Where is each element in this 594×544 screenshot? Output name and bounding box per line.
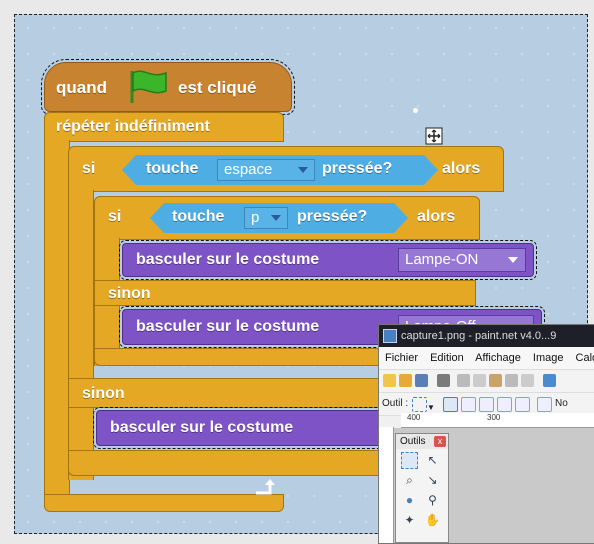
move-selection-tool-icon[interactable]: ↖	[424, 452, 441, 469]
save-icon[interactable]	[415, 374, 428, 387]
zoom-tool-icon[interactable]: ⚲	[424, 492, 441, 509]
paste-icon[interactable]	[489, 374, 502, 387]
else-inner-label: sinon	[108, 285, 151, 302]
move-icon[interactable]	[425, 127, 443, 145]
pan-tool-icon[interactable]: ✋	[424, 512, 441, 529]
menu-image[interactable]: Image	[533, 352, 564, 364]
key-dropdown-p-value: p	[251, 209, 260, 226]
loop-arrow-icon	[256, 479, 275, 495]
if-outer-si: si	[82, 160, 96, 177]
tool-toolbar-suffix: No	[555, 398, 568, 409]
copy-icon[interactable]	[473, 374, 486, 387]
selection-mode-invert-icon[interactable]	[515, 397, 530, 412]
if-outer-touche: touche	[146, 160, 199, 177]
dropdown-arrow-icon[interactable]: ▼	[427, 397, 435, 412]
else-inner-bar	[94, 280, 476, 306]
deselect-icon[interactable]	[521, 374, 534, 387]
green-flag-icon[interactable]	[126, 67, 172, 107]
vertical-ruler	[379, 427, 394, 543]
tools-panel[interactable]: Outils x ↖ ⌕ ↘ ● ⚲ ✦ ✋	[395, 433, 449, 543]
else-outer-label: sinon	[82, 385, 125, 402]
if-inner-si: si	[108, 208, 122, 225]
tools-panel-title[interactable]: Outils x	[396, 434, 448, 449]
selection-mode-exclude-icon[interactable]	[479, 397, 494, 412]
selection-mode-intersect-icon[interactable]	[497, 397, 512, 412]
key-dropdown-espace[interactable]: espace	[217, 159, 315, 181]
hat-label-end: est cliqué	[178, 78, 257, 97]
menu-affichage[interactable]: Affichage	[475, 352, 521, 364]
if-inner-touche: touche	[172, 208, 225, 225]
open-file-icon[interactable]	[399, 374, 412, 387]
menu-edition[interactable]: Edition	[430, 352, 464, 364]
if-outer-alors: alors	[442, 160, 481, 177]
paintnet-menubar: Fichier Edition Affichage Image Calque	[379, 347, 594, 370]
dropdown-arrow-icon	[271, 215, 281, 221]
paintnet-title: capture1.png - paint.net v4.0...9	[401, 330, 557, 342]
magic-wand-tool-icon[interactable]: ✦	[401, 512, 418, 529]
selection-mode-replace-icon[interactable]	[443, 397, 458, 412]
hat-label-start: quand	[56, 78, 107, 97]
ruler-mark-400: 400	[407, 413, 421, 422]
antialias-icon[interactable]	[537, 397, 552, 412]
crop-icon[interactable]	[505, 374, 518, 387]
if-inner-alors: alors	[417, 208, 456, 225]
if-outer-pressed: pressée?	[322, 160, 393, 177]
key-dropdown-espace-value: espace	[224, 161, 273, 178]
if-outer-foot	[68, 450, 388, 476]
dropdown-arrow-icon	[298, 167, 308, 173]
move-selected-tool-icon[interactable]: ↘	[424, 472, 441, 489]
if-inner-foot	[94, 348, 384, 366]
new-file-icon[interactable]	[383, 374, 396, 387]
horizontal-ruler: 400 300	[401, 413, 594, 428]
if-outer-arm	[68, 190, 94, 480]
ellipse-select-tool-icon[interactable]: ●	[401, 492, 418, 509]
cursor-dot	[413, 108, 418, 113]
paintnet-titlebar[interactable]: capture1.png - paint.net v4.0...9	[379, 325, 594, 347]
paintnet-app-icon	[383, 329, 397, 343]
close-icon[interactable]: x	[434, 436, 446, 447]
menu-fichier[interactable]: Fichier	[385, 352, 418, 364]
paintnet-window[interactable]: capture1.png - paint.net v4.0...9 Fichie…	[378, 324, 594, 544]
forever-label: répéter indéfiniment	[56, 118, 210, 135]
lasso-tool-icon[interactable]: ⌕	[401, 472, 418, 489]
rectangle-select-tool-icon[interactable]	[401, 452, 418, 469]
key-dropdown-p[interactable]: p	[244, 207, 288, 229]
menu-calque[interactable]: Calque	[576, 352, 594, 364]
forever-foot	[44, 494, 284, 512]
forever-arm	[44, 140, 70, 500]
dropdown-arrow-icon	[508, 257, 518, 263]
print-icon[interactable]	[437, 374, 450, 387]
switch-costume-label-3: basculer sur le costume	[110, 419, 294, 436]
ruler-mark-300: 300	[487, 413, 501, 422]
switch-costume-label-1: basculer sur le costume	[136, 251, 320, 268]
if-inner-pressed: pressée?	[297, 208, 368, 225]
costume-dropdown-1-value: Lampe-ON	[405, 251, 479, 268]
costume-dropdown-1[interactable]: Lampe-ON	[398, 248, 526, 272]
selection-mode-union-icon[interactable]	[461, 397, 476, 412]
tool-label: Outil :	[382, 398, 409, 409]
rect-select-icon[interactable]	[412, 397, 427, 412]
paintnet-main-toolbar	[379, 370, 594, 393]
switch-costume-label-2: basculer sur le costume	[136, 318, 320, 335]
cut-icon[interactable]	[457, 374, 470, 387]
tools-title-text: Outils	[400, 436, 426, 447]
undo-icon[interactable]	[543, 374, 556, 387]
